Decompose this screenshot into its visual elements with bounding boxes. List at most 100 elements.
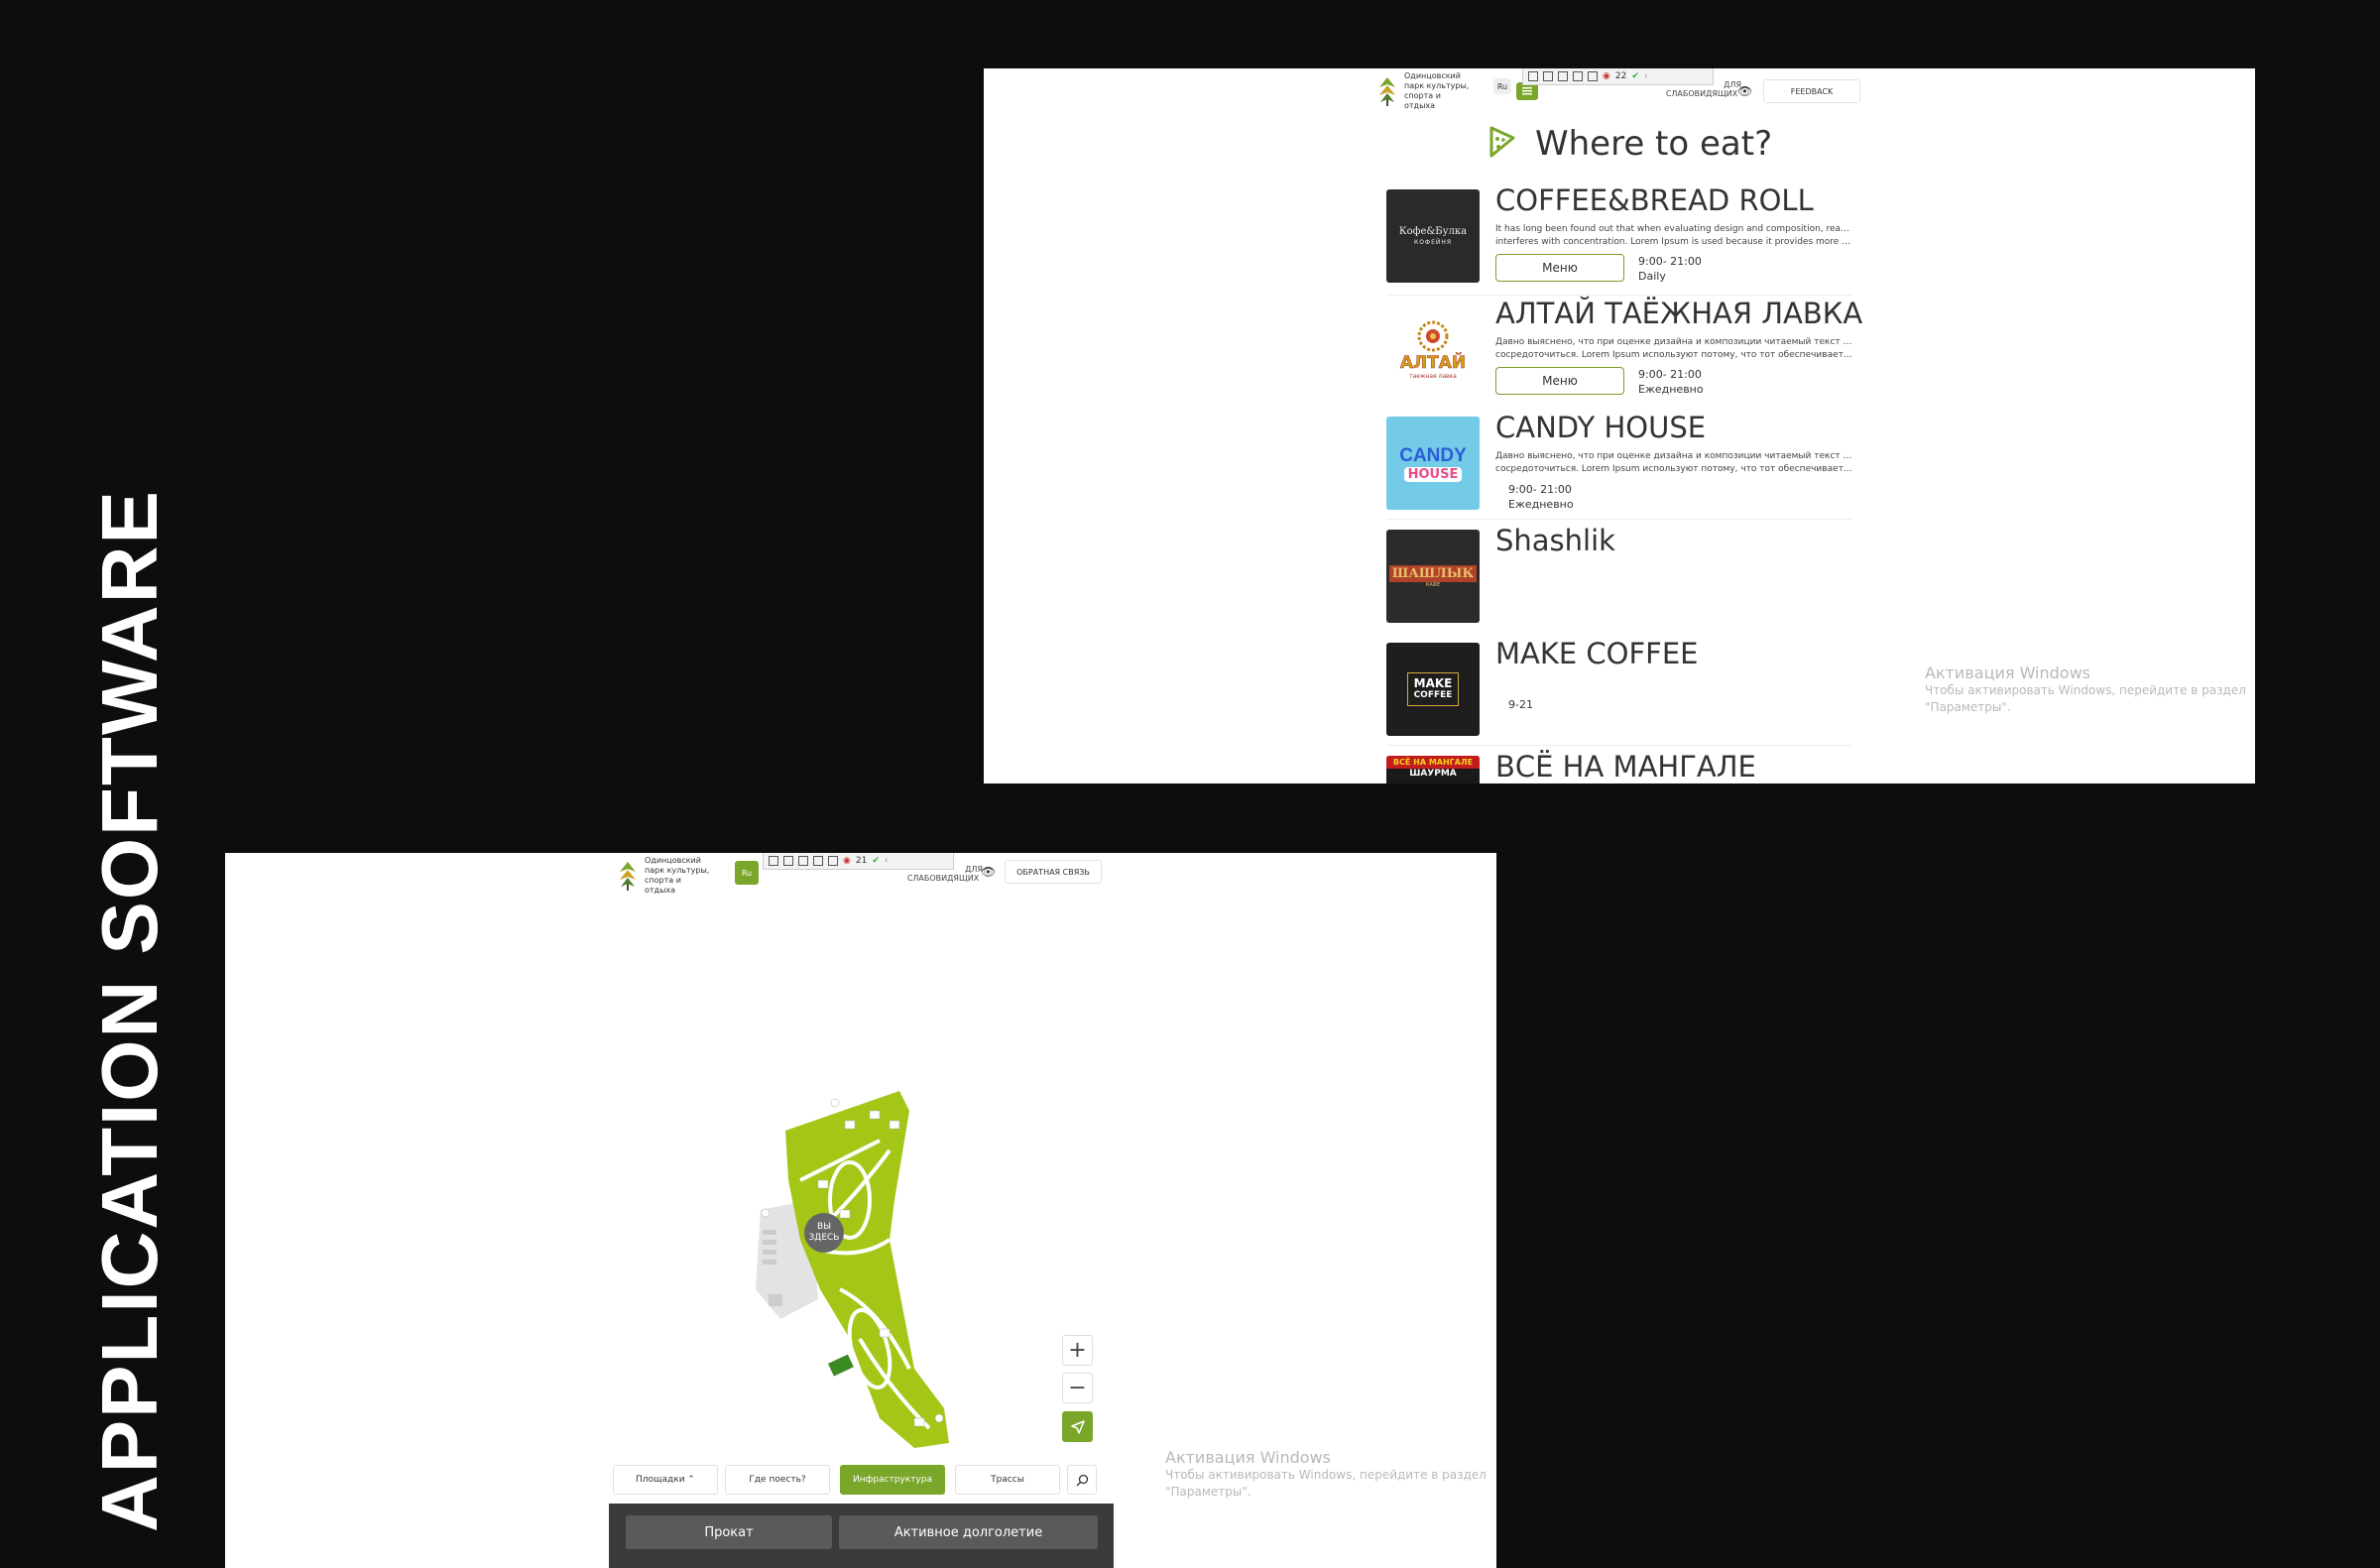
zoom-out-button[interactable]: − (1062, 1373, 1093, 1403)
accessibility-line-1: ДЛЯ (965, 865, 983, 874)
capture-icon[interactable] (1588, 71, 1598, 81)
opening-hours: 9-21 (1508, 698, 1533, 711)
language-button[interactable]: Ru (735, 861, 759, 885)
park-map[interactable] (741, 1091, 959, 1458)
accessibility-line-2: СЛАБОВИДЯЩИХ (906, 874, 980, 883)
camera-icon[interactable] (1543, 71, 1553, 81)
region-icon[interactable] (1573, 71, 1583, 81)
accessibility-line-2: СЛАБОВИДЯЩИХ (1665, 89, 1738, 98)
page-title: Where to eat? (1535, 124, 1773, 164)
description-line-2: interferes with concentration. Lorem Ips… (1495, 237, 1854, 247)
logo-line-1: Одинцовский (645, 856, 701, 865)
capture-icon[interactable] (828, 856, 838, 866)
search-button[interactable] (1067, 1465, 1097, 1495)
tab-routes[interactable]: Трассы (955, 1465, 1060, 1495)
park-logo-icon (620, 862, 636, 891)
camera-icon[interactable] (783, 856, 793, 866)
park-logo[interactable]: Одинцовский парк культуры, спорта и отды… (1376, 71, 1474, 111)
tab-playgrounds[interactable]: Площадки ⌃ (613, 1465, 718, 1495)
description-line-2: сосредоточиться. Lorem Ipsum используют … (1495, 464, 1854, 474)
rental-button[interactable]: Прокат (626, 1515, 832, 1549)
tab-infrastructure[interactable]: Инфраструктура (840, 1465, 945, 1495)
logo-title: АЛТАЙ (1399, 352, 1467, 373)
restaurant-name: ВСЁ НА МАНГАЛЕ (1495, 750, 1756, 784)
park-logo-text: Одинцовский парк культуры, спорта и отды… (645, 856, 714, 896)
toolbar-counter: 21 (855, 856, 868, 866)
you-are-here-line-1: ВЫ (816, 1222, 832, 1232)
restaurant-card[interactable]: АЛТАЙ таежная лавка АЛТАЙ ТАЁЖНАЯ ЛАВКА … (1386, 297, 1862, 402)
opening-hours: 9:00- 21:00 Ежедневно (1638, 367, 1704, 397)
pizza-slice-icon (1489, 126, 1515, 158)
cursor-icon[interactable] (1558, 71, 1568, 81)
locate-me-button[interactable] (1062, 1411, 1093, 1442)
logo-subtitle: КАФЕ (1425, 581, 1441, 588)
restaurant-description: Давно выяснено, что при оценке дизайна и… (1495, 336, 1854, 362)
restaurant-logo: АЛТАЙ таежная лавка (1386, 302, 1480, 396)
record-settings-icon[interactable] (769, 856, 778, 866)
park-map-screenshot: Одинцовский парк культуры, спорта и отды… (225, 853, 1496, 1568)
windows-activation-watermark: Активация Windows Чтобы активировать Win… (1165, 1448, 1487, 1501)
bottom-action-panel: Прокат Активное долголетие (609, 1504, 1114, 1568)
navigation-arrow-icon (1070, 1419, 1085, 1434)
search-icon (1076, 1474, 1088, 1486)
check-icon[interactable]: ✔ (872, 856, 880, 866)
language-button[interactable]: Ru (1493, 78, 1511, 94)
feedback-button[interactable]: FEEDBACK (1763, 79, 1860, 103)
menu-link-button[interactable]: Меню (1495, 367, 1624, 395)
logo-line-2: парк культуры, (1404, 81, 1470, 90)
tab-where-to-eat[interactable]: Где поесть? (725, 1465, 830, 1495)
description-line-1: Давно выяснено, что при оценке дизайна и… (1495, 451, 1854, 461)
zoom-in-button[interactable]: + (1062, 1335, 1093, 1366)
logo-title: ВСЁ НА МАНГАЛЕ (1386, 756, 1480, 769)
restaurant-card[interactable]: ВСЁ НА МАНГАЛЕ ШАУРМА ВСЁ НА МАНГАЛЕ (1386, 750, 1862, 784)
visually-impaired-label[interactable]: ДЛЯ СЛАБОВИДЯЩИХ (903, 865, 983, 883)
restaurant-name: COFFEE&BREAD ROLL (1495, 183, 1814, 217)
map-sports-field (827, 1354, 854, 1377)
eye-icon[interactable]: 👁 (981, 865, 996, 879)
cursor-icon[interactable] (798, 856, 808, 866)
opening-hours: 9:00- 21:00 Ежедневно (1508, 482, 1574, 512)
restaurant-name: Shashlik (1495, 524, 1615, 557)
eye-icon[interactable]: 👁 (1737, 84, 1752, 98)
divider (1386, 745, 1852, 746)
altai-ornament-icon (1417, 320, 1449, 351)
hours-days: Ежедневно (1508, 498, 1574, 511)
logo-subtitle: КОФЕЙНЯ (1413, 239, 1453, 246)
logo-title: MAKE (1413, 676, 1453, 690)
check-icon[interactable]: ✔ (1631, 71, 1639, 81)
you-are-here-line-2: ЗДЕСЬ (808, 1233, 840, 1243)
collapse-icon[interactable]: ‹ (1644, 71, 1648, 81)
hours-time: 9:00- 21:00 (1638, 255, 1702, 268)
accessibility-line-1: ДЛЯ (1724, 80, 1741, 89)
logo-line-1: Одинцовский (1404, 71, 1461, 80)
hamburger-icon (1522, 87, 1532, 95)
description-line-1: It has long been found out that when eva… (1495, 224, 1854, 234)
description-line-1: Давно выяснено, что при оценке дизайна и… (1495, 337, 1854, 347)
active-longevity-button[interactable]: Активное долголетие (839, 1515, 1098, 1549)
hours-days: Daily (1638, 270, 1666, 283)
visually-impaired-label[interactable]: ДЛЯ СЛАБОВИДЯЩИХ (1662, 80, 1741, 98)
record-settings-icon[interactable] (1528, 71, 1538, 81)
logo-line-3: спорта и отдыха (645, 876, 681, 895)
restaurant-logo: CANDY HOUSE (1386, 417, 1480, 510)
region-icon[interactable] (813, 856, 823, 866)
watermark-line-1: Чтобы активировать Windows, перейдите в … (1165, 1468, 1487, 1482)
collapse-icon[interactable]: ‹ (885, 856, 889, 866)
divider (1386, 519, 1852, 520)
logo-subtitle: таежная лавка (1409, 372, 1457, 380)
restaurant-card[interactable]: Кофе&Булка КОФЕЙНЯ COFFEE&BREAD ROLL It … (1386, 183, 1862, 289)
restaurant-card[interactable]: ШАШЛЫК КАФЕ Shashlik (1386, 524, 1862, 629)
where-to-eat-screenshot: Одинцовский парк культуры, спорта и отды… (984, 68, 2255, 784)
feedback-button[interactable]: ОБРАТНАЯ СВЯЗЬ (1005, 860, 1102, 884)
restaurant-logo: ВСЁ НА МАНГАЛЕ ШАУРМА (1386, 756, 1480, 784)
windows-activation-watermark: Активация Windows Чтобы активировать Win… (1925, 663, 2246, 716)
restaurant-card[interactable]: CANDY HOUSE CANDY HOUSE Давно выяснено, … (1386, 411, 1862, 516)
toolbar-counter: 22 (1614, 71, 1627, 81)
hours-time: 9:00- 21:00 (1638, 368, 1702, 381)
restaurant-card[interactable]: MAKE COFFEE MAKE COFFEE 9-21 (1386, 637, 1862, 742)
park-logo[interactable]: Одинцовский парк культуры, спорта и отды… (617, 856, 714, 896)
menu-link-button[interactable]: Меню (1495, 254, 1624, 282)
restaurant-name: АЛТАЙ ТАЁЖНАЯ ЛАВКА (1495, 297, 1863, 330)
restaurant-logo: ШАШЛЫК КАФЕ (1386, 530, 1480, 623)
watermark-title: Активация Windows (1165, 1448, 1331, 1467)
